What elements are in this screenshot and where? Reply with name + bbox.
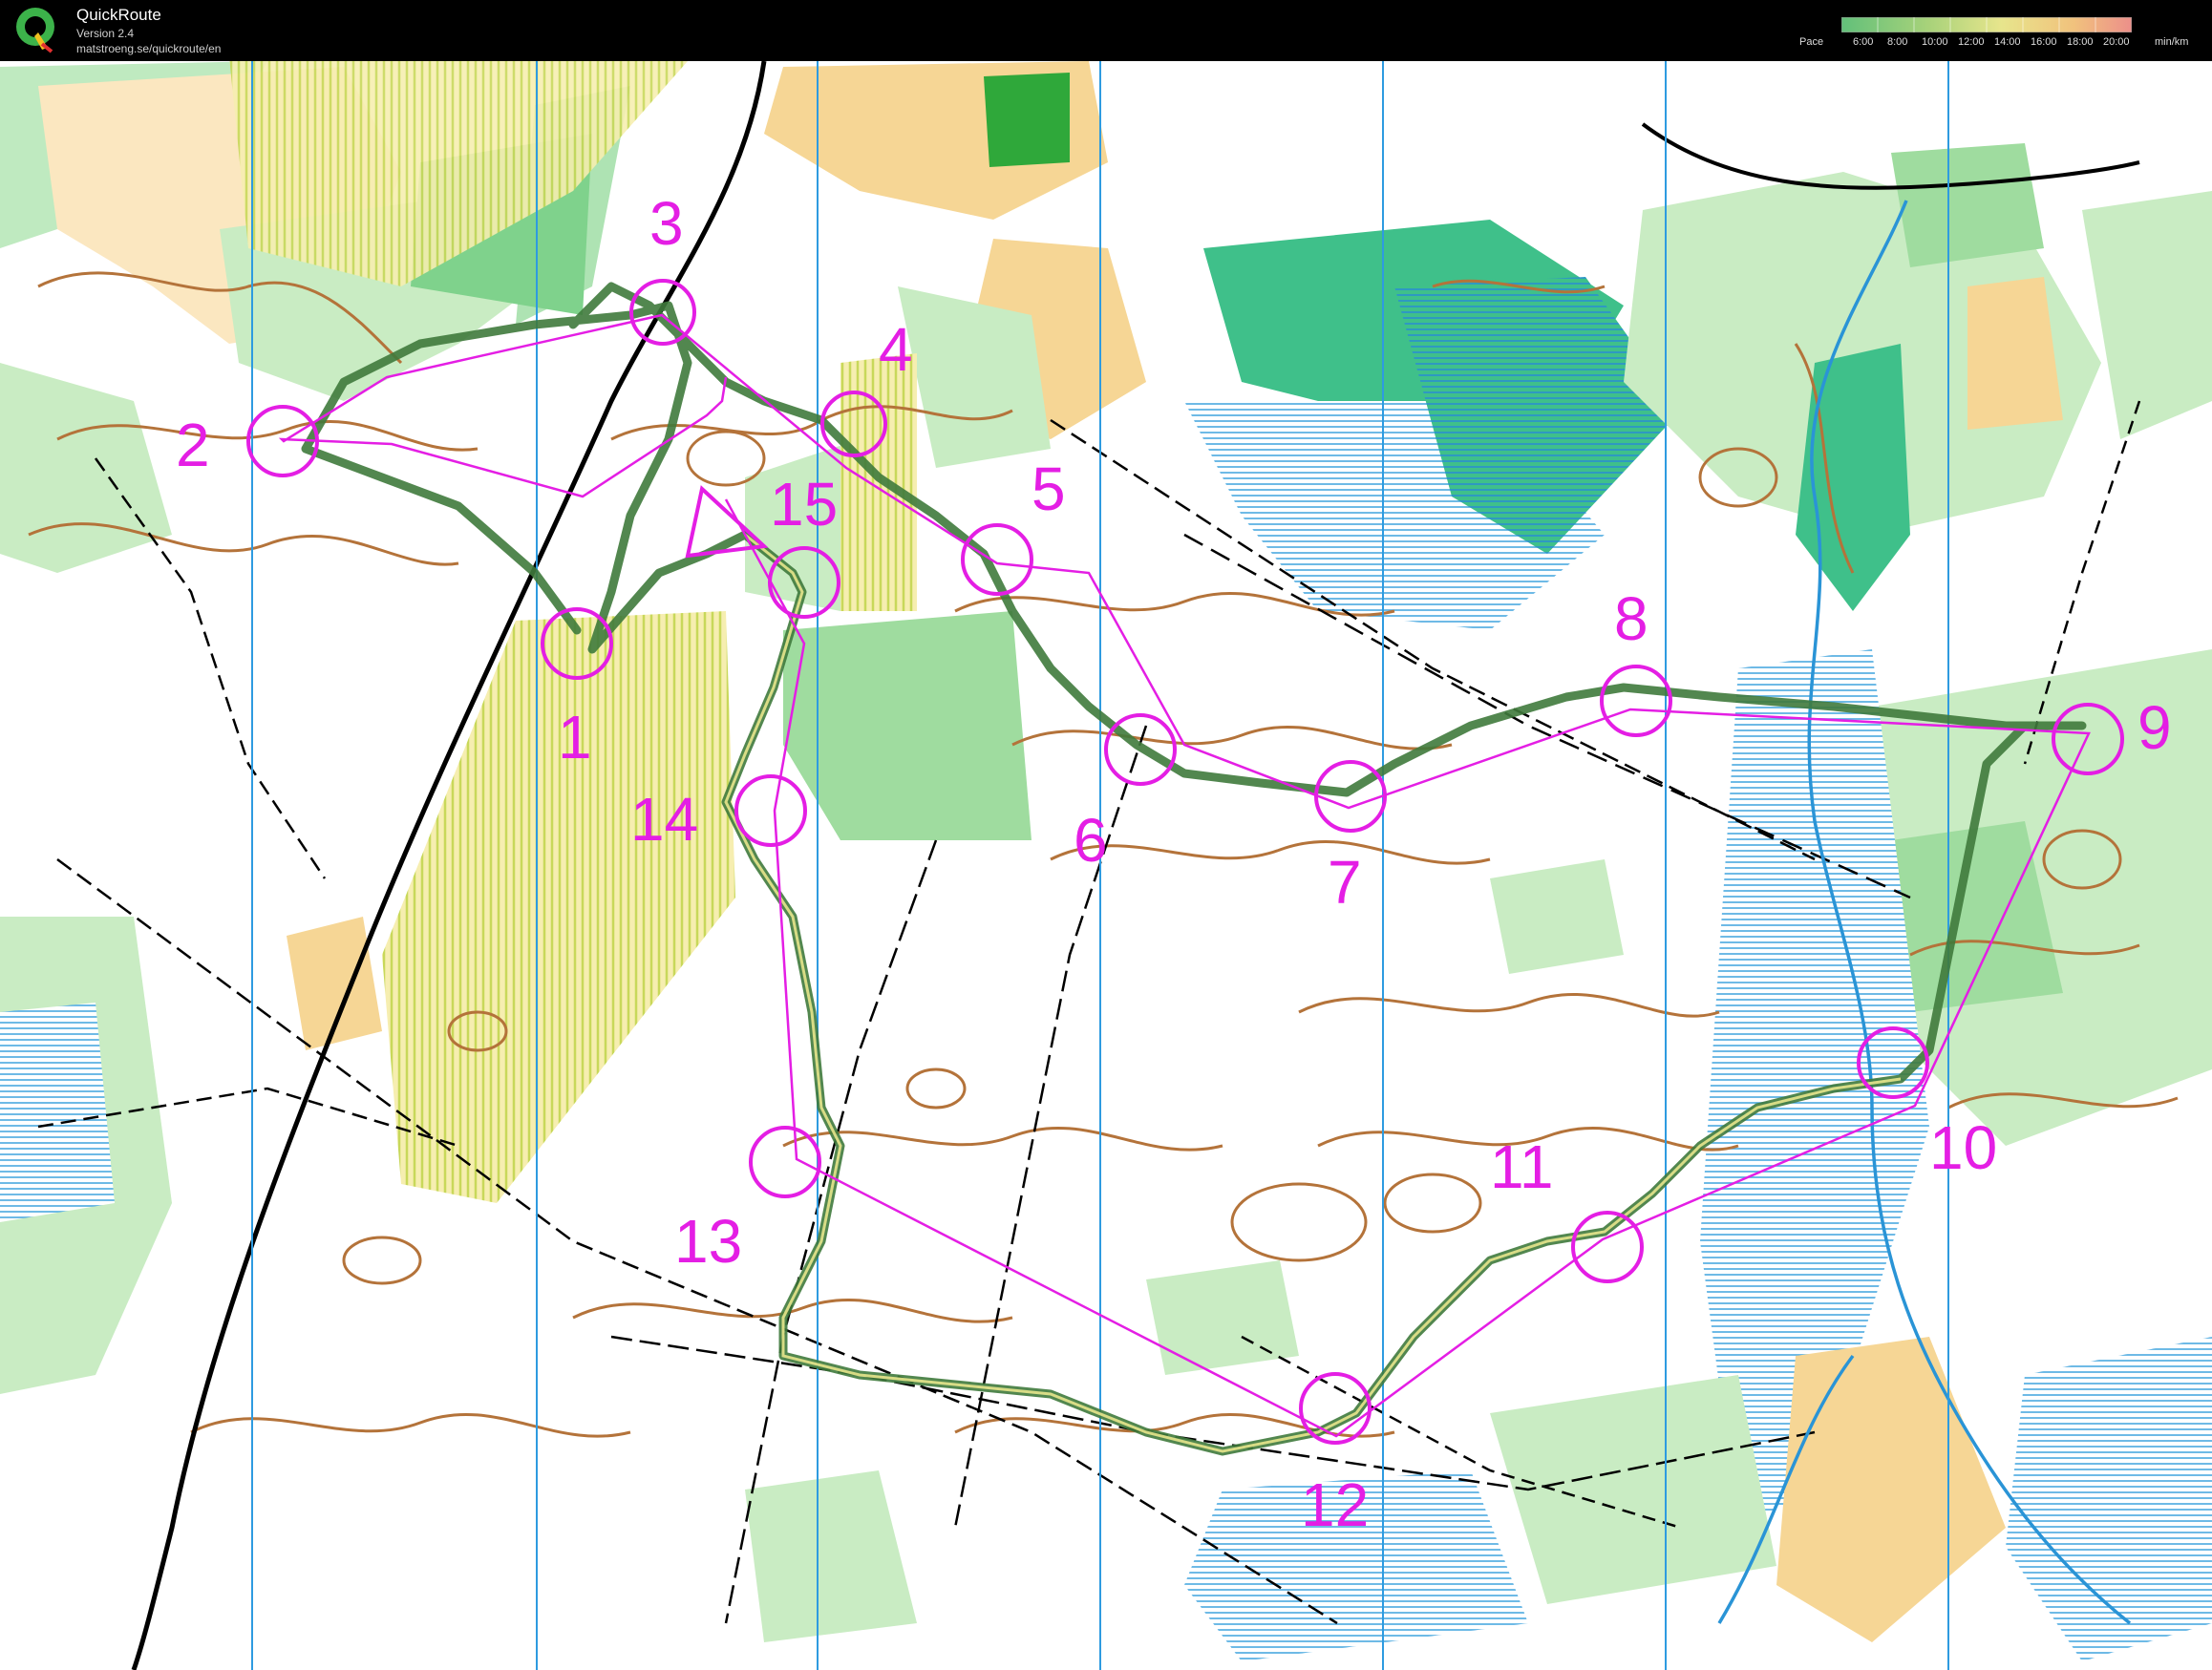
pace-scale-unit: min/km — [2155, 36, 2189, 48]
pace-tick: 20:00 — [2103, 36, 2130, 48]
pace-tick: 16:00 — [2031, 36, 2057, 48]
pace-tick: 6:00 — [1853, 36, 1874, 48]
control-label: 9 — [2138, 693, 2172, 762]
pace-scale-title: Pace — [1799, 36, 1824, 48]
app-url: matstroeng.se/quickroute/en — [76, 42, 222, 55]
quickroute-logo-icon — [16, 8, 54, 53]
pace-tick: 12:00 — [1958, 36, 1985, 48]
control-label: 6 — [1074, 806, 1108, 875]
control-label: 14 — [630, 785, 698, 854]
pace-tick: 8:00 — [1887, 36, 1908, 48]
control-label: 3 — [649, 189, 684, 258]
pace-tick: 14:00 — [1994, 36, 2021, 48]
control-label: 5 — [1032, 454, 1066, 523]
control-label: 13 — [674, 1207, 742, 1276]
orienteering-map[interactable]: 1 2 3 4 5 6 7 8 9 10 11 12 13 14 15 — [0, 61, 2212, 1670]
control-label: 7 — [1328, 848, 1362, 917]
control-label: 8 — [1614, 584, 1648, 653]
control-label: 12 — [1301, 1470, 1369, 1539]
pace-tick: 10:00 — [1922, 36, 1948, 48]
control-label: 1 — [558, 703, 592, 772]
control-label: 10 — [1929, 1113, 1997, 1182]
app-title: QuickRoute — [76, 6, 161, 24]
app-version: Version 2.4 — [76, 27, 135, 40]
control-label: 11 — [1490, 1132, 1553, 1201]
control-label: 2 — [176, 411, 210, 479]
pace-color-scale — [1841, 17, 2132, 32]
pace-tick: 18:00 — [2067, 36, 2094, 48]
app-header: QuickRoute Version 2.4 matstroeng.se/qui… — [0, 0, 2212, 61]
control-label: 4 — [879, 315, 913, 384]
control-label: 15 — [770, 470, 838, 539]
